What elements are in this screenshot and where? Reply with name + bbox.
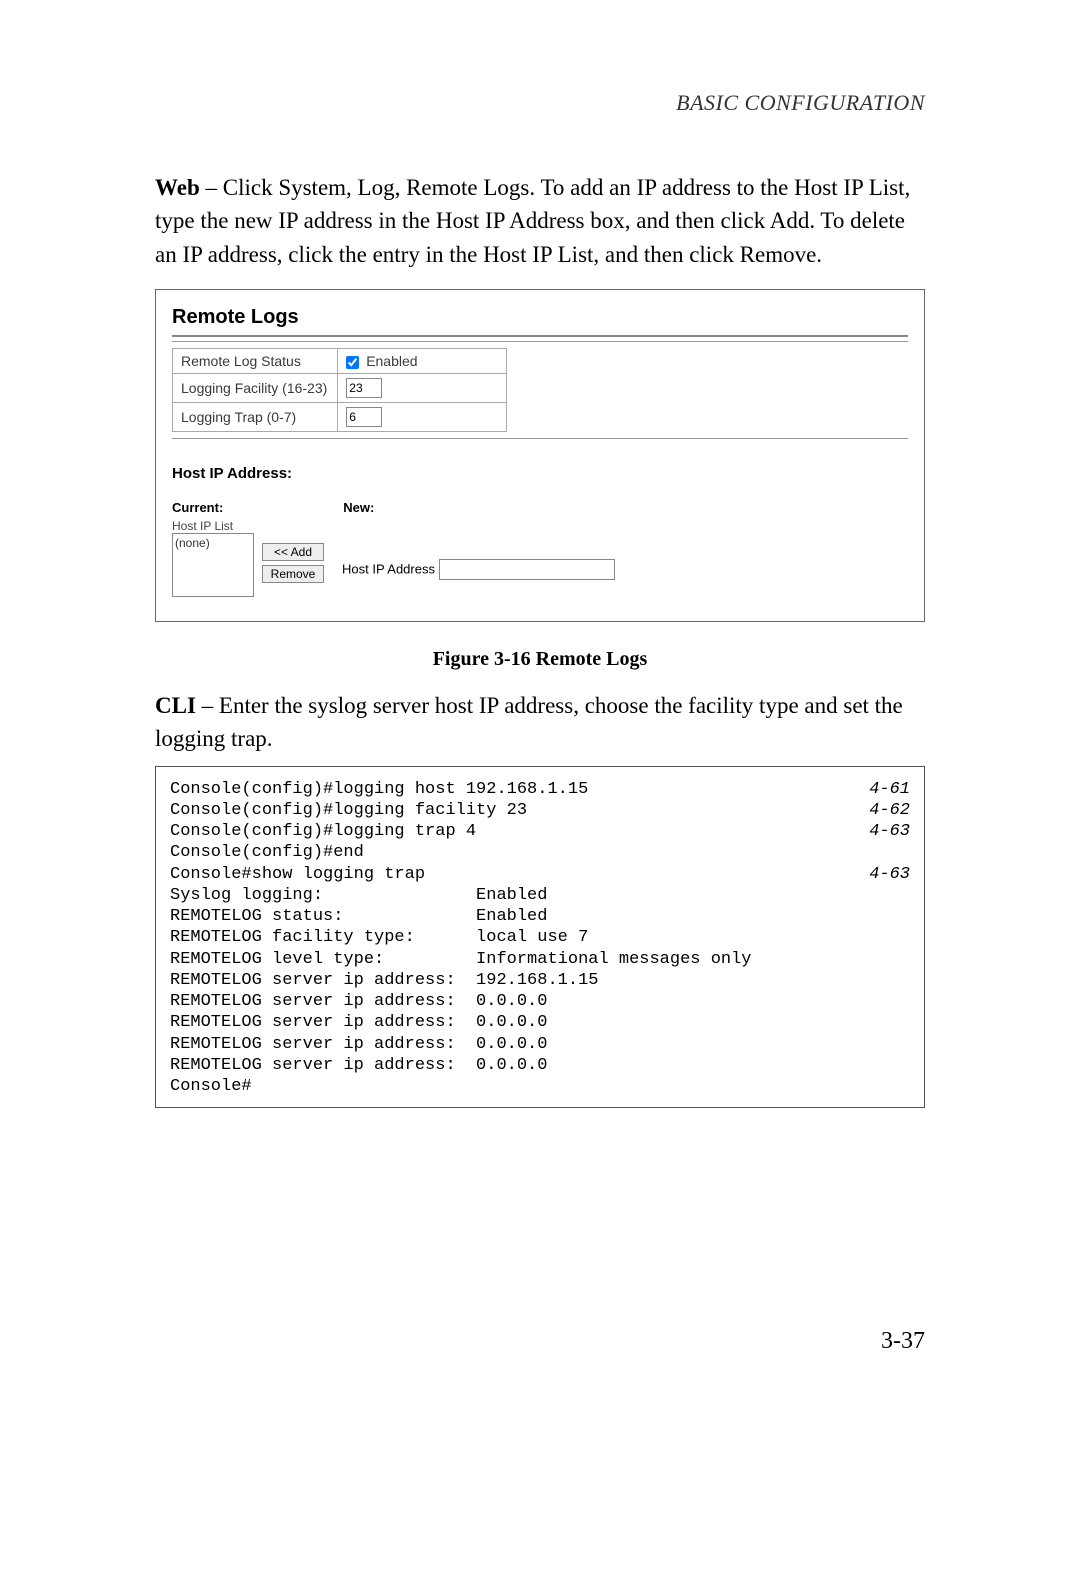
cli-line: REMOTELOG facility type: local use 7 (170, 927, 910, 948)
host-ip-list-label: Host IP List (172, 519, 908, 533)
cli-text: Console#show logging trap (170, 864, 425, 885)
cli-text: REMOTELOG server ip address: 0.0.0.0 (170, 1034, 547, 1055)
new-label: New: (343, 500, 374, 515)
cli-line: REMOTELOG server ip address: 0.0.0.0 (170, 1055, 910, 1076)
cli-line: Console(config)#logging facility 23 4-62 (170, 800, 910, 821)
host-ip-listbox[interactable]: (none) (172, 533, 254, 597)
cli-text: Console(config)#logging host 192.168.1.1… (170, 779, 588, 800)
cli-line: Console(config)#logging host 192.168.1.1… (170, 779, 910, 800)
cli-label: CLI (155, 693, 196, 718)
cli-text: REMOTELOG server ip address: 0.0.0.0 (170, 1055, 547, 1076)
cli-line: REMOTELOG status: Enabled (170, 906, 910, 927)
table-row: Remote Log Status Enabled (173, 349, 507, 374)
new-ip-field-label: Host IP Address (342, 562, 435, 577)
cli-text: – Enter the syslog server host IP addres… (155, 693, 903, 751)
cli-text: REMOTELOG server ip address: 192.168.1.1… (170, 970, 598, 991)
cli-paragraph: CLI – Enter the syslog server host IP ad… (155, 689, 925, 756)
cli-page-ref: 4-62 (845, 800, 910, 821)
remote-logs-figure: Remote Logs Remote Log Status Enabled Lo… (155, 289, 925, 622)
trap-label: Logging Trap (0-7) (173, 403, 338, 432)
cli-line: REMOTELOG level type: Informational mess… (170, 949, 910, 970)
cli-text: Syslog logging: Enabled (170, 885, 547, 906)
new-ip-input[interactable] (439, 559, 615, 580)
cli-line: REMOTELOG server ip address: 192.168.1.1… (170, 970, 910, 991)
cli-line: Console(config)#logging trap 4 4-63 (170, 821, 910, 842)
remove-button[interactable]: Remove (262, 565, 324, 583)
table-row: Logging Facility (16-23) (173, 374, 507, 403)
web-text: – Click System, Log, Remote Logs. To add… (155, 175, 910, 267)
cli-text: REMOTELOG server ip address: 0.0.0.0 (170, 1012, 547, 1033)
status-cell: Enabled (338, 349, 507, 374)
host-ip-heading: Host IP Address: (172, 465, 908, 482)
add-button[interactable]: << Add (262, 543, 324, 561)
cli-line: Console#show logging trap 4-63 (170, 864, 910, 885)
current-label: Current: (172, 500, 223, 515)
cli-line: Console(config)#end (170, 842, 910, 863)
cli-line: Syslog logging: Enabled (170, 885, 910, 906)
table-row: Logging Trap (0-7) (173, 403, 507, 432)
cli-line: Console# (170, 1076, 910, 1097)
cli-page-ref: 4-63 (845, 821, 910, 842)
running-header: BASIC CONFIGURATION (155, 90, 925, 116)
cli-text: REMOTELOG status: Enabled (170, 906, 547, 927)
figure-caption: Figure 3-16 Remote Logs (155, 648, 925, 671)
status-checkbox[interactable] (346, 356, 359, 369)
divider (172, 341, 908, 342)
page-number: 3-37 (155, 1328, 925, 1355)
cli-text: REMOTELOG level type: Informational mess… (170, 949, 752, 970)
facility-label: Logging Facility (16-23) (173, 374, 338, 403)
cli-text: Console(config)#logging trap 4 (170, 821, 476, 842)
cli-text: REMOTELOG facility type: local use 7 (170, 927, 588, 948)
cli-page-ref: 4-61 (845, 779, 910, 800)
cli-text: Console# (170, 1076, 252, 1097)
web-paragraph: Web – Click System, Log, Remote Logs. To… (155, 171, 925, 271)
column-headers: Current: New: (172, 500, 908, 515)
status-checkbox-label: Enabled (366, 353, 417, 369)
figure-title: Remote Logs (172, 306, 908, 329)
cli-text: Console(config)#end (170, 842, 364, 863)
facility-input[interactable] (346, 378, 382, 398)
divider (172, 438, 908, 439)
config-table: Remote Log Status Enabled Logging Facili… (172, 348, 507, 432)
status-label: Remote Log Status (173, 349, 338, 374)
cli-line: REMOTELOG server ip address: 0.0.0.0 (170, 1012, 910, 1033)
web-label: Web (155, 175, 200, 200)
trap-input[interactable] (346, 407, 382, 427)
cli-output-box: Console(config)#logging host 192.168.1.1… (155, 766, 925, 1109)
cli-line: REMOTELOG server ip address: 0.0.0.0 (170, 1034, 910, 1055)
cli-text: Console(config)#logging facility 23 (170, 800, 527, 821)
cli-text: REMOTELOG server ip address: 0.0.0.0 (170, 991, 547, 1012)
cli-line: REMOTELOG server ip address: 0.0.0.0 (170, 991, 910, 1012)
divider (172, 335, 908, 337)
cli-page-ref: 4-63 (845, 864, 910, 885)
